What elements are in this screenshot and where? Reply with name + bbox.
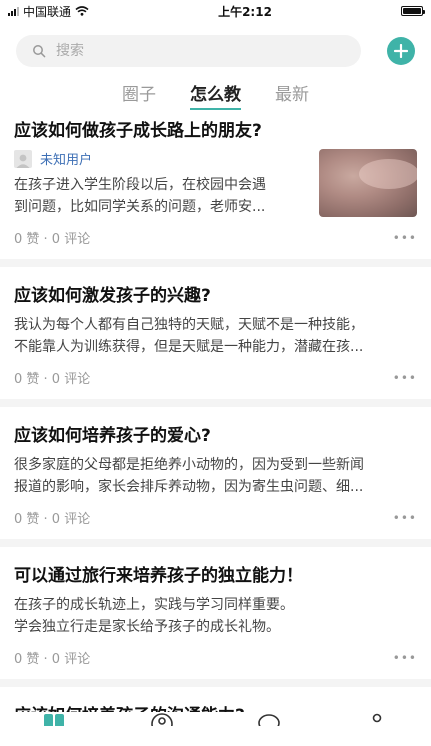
carrier-label: 中国联通	[23, 4, 72, 19]
nav-messages[interactable]	[257, 712, 281, 726]
post-excerpt: 在孩子的成长轨迹上，实践与学习同样重要。 学会独立行走是家长给予孩子的成长礼物。	[14, 594, 417, 638]
status-time: 上午2:12	[218, 4, 272, 19]
search-input[interactable]	[54, 42, 258, 60]
post-meta-row: 0 赞 · 0 评论 •••	[14, 368, 417, 388]
bottom-nav	[0, 712, 431, 726]
nav-home[interactable]	[42, 712, 66, 726]
tab-latest[interactable]: 最新	[275, 80, 309, 110]
post-title[interactable]: 应该如何培养孩子的爱心?	[14, 407, 417, 446]
search-icon	[33, 45, 46, 58]
search-box[interactable]	[16, 35, 361, 67]
excerpt-line: 在孩子进入学生阶段以后，在校园中会遇	[14, 177, 266, 193]
excerpt-line: 在孩子的成长轨迹上，实践与学习同样重要。	[14, 597, 294, 613]
post-stats: 0 赞 · 0 评论	[14, 232, 91, 247]
post-excerpt: 很多家庭的父母都是拒绝养小动物的，因为受到一些新闻 报道的影响，家长会排斥养动物…	[14, 454, 417, 498]
excerpt-line: 学会独立行走是家长给予孩子的成长礼物。	[14, 619, 280, 635]
post-title[interactable]: 应该如何激发孩子的兴趣?	[14, 267, 417, 306]
more-options-icon[interactable]: •••	[393, 231, 417, 245]
post-thumbnail[interactable]	[319, 149, 417, 217]
post-stats: 0 赞 · 0 评论	[14, 512, 91, 527]
excerpt-line: 不能靠人为训练获得，但是天赋是一种能力，潜藏在孩...	[14, 339, 364, 355]
nav-profile-card[interactable]	[150, 712, 174, 726]
more-options-icon[interactable]: •••	[393, 651, 417, 665]
author-row[interactable]: 未知用户	[14, 149, 311, 168]
user-icon	[16, 154, 30, 168]
search-row	[0, 22, 431, 68]
battery-icon	[401, 6, 425, 16]
post-title[interactable]: 应该如何做孩子成长路上的朋友?	[14, 110, 417, 141]
status-left: 中国联通	[8, 3, 89, 20]
post-meta-row: 0 赞 · 0 评论 •••	[14, 648, 417, 668]
wifi-icon	[75, 6, 89, 16]
excerpt-line: 很多家庭的父母都是拒绝养小动物的，因为受到一些新闻	[14, 457, 364, 473]
excerpt-line: 到问题，比如同学关系的问题，老师安...	[14, 199, 266, 215]
post-meta-row: 0 赞 · 0 评论 •••	[14, 508, 417, 528]
plus-icon	[394, 44, 408, 58]
signal-icon	[8, 6, 19, 16]
user-circle-icon	[150, 713, 173, 726]
post-card[interactable]: 可以通过旅行来培养孩子的独立能力！ 在孩子的成长轨迹上，实践与学习同样重要。 学…	[0, 547, 431, 687]
nav-me[interactable]	[365, 712, 389, 726]
chat-bubble-icon	[258, 714, 281, 726]
post-excerpt: 在孩子进入学生阶段以后，在校园中会遇 到问题，比如同学关系的问题，老师安...	[14, 174, 311, 218]
excerpt-line: 我认为每个人都有自己独特的天赋，天赋不是一种技能，	[14, 317, 364, 333]
person-icon	[372, 713, 382, 723]
more-options-icon[interactable]: •••	[393, 371, 417, 385]
author-name[interactable]: 未知用户	[40, 149, 92, 168]
post-feed: 应该如何做孩子成长路上的朋友? 未知用户 在孩子进入学生阶段以后，在校园中会遇 …	[0, 110, 431, 746]
post-text: 未知用户 在孩子进入学生阶段以后，在校园中会遇 到问题，比如同学关系的问题，老师…	[14, 149, 311, 218]
post-stats: 0 赞 · 0 评论	[14, 652, 91, 667]
excerpt-line: 报道的影响，家长会排斥养动物，因为寄生虫问题、细...	[14, 479, 364, 495]
avatar	[14, 149, 32, 168]
post-title[interactable]: 可以通过旅行来培养孩子的独立能力！	[14, 547, 417, 586]
post-card[interactable]: 应该如何培养孩子的爱心? 很多家庭的父母都是拒绝养小动物的，因为受到一些新闻 报…	[0, 407, 431, 547]
more-options-icon[interactable]: •••	[393, 511, 417, 525]
post-stats: 0 赞 · 0 评论	[14, 372, 91, 387]
tab-how-to-teach[interactable]: 怎么教	[190, 80, 241, 110]
post-excerpt: 我认为每个人都有自己独特的天赋，天赋不是一种技能， 不能靠人为训练获得，但是天赋…	[14, 314, 417, 358]
post-card[interactable]: 应该如何做孩子成长路上的朋友? 未知用户 在孩子进入学生阶段以后，在校园中会遇 …	[0, 110, 431, 267]
post-card[interactable]: 应该如何激发孩子的兴趣? 我认为每个人都有自己独特的天赋，天赋不是一种技能， 不…	[0, 267, 431, 407]
post-meta-row: 0 赞 · 0 评论 •••	[14, 228, 417, 248]
tab-bar: 圈子 怎么教 最新	[0, 68, 431, 110]
tab-circle[interactable]: 圈子	[122, 80, 156, 110]
add-post-button[interactable]	[387, 37, 415, 65]
post-body: 未知用户 在孩子进入学生阶段以后，在校园中会遇 到问题，比如同学关系的问题，老师…	[14, 149, 417, 218]
status-bar: 中国联通 上午2:12	[0, 0, 431, 22]
book-icon	[43, 714, 64, 726]
